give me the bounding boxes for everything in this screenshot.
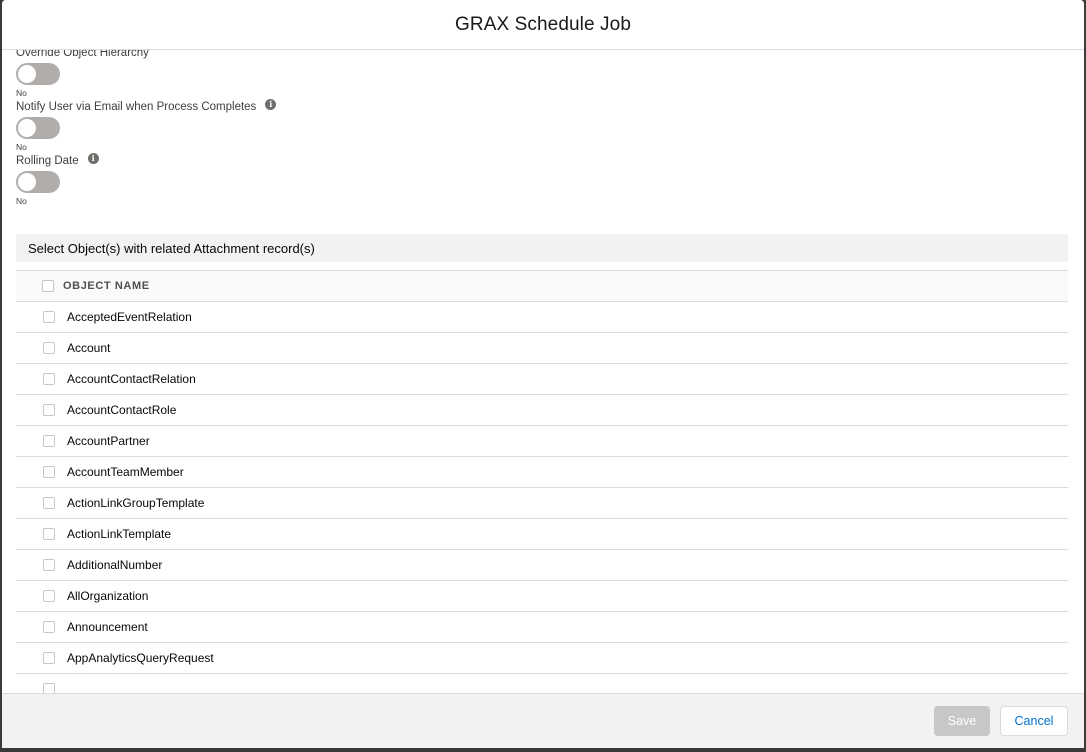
table-row[interactable]: AppAnalyticsQueryRequest — [16, 643, 1068, 674]
table-row[interactable]: Announcement — [16, 612, 1068, 643]
modal-header: GRAX Schedule Job — [2, 0, 1084, 50]
table-body: AcceptedEventRelation Account AccountConta… — [16, 302, 1068, 693]
table-row[interactable]: AccountTeamMember — [16, 457, 1068, 488]
row-checkbox[interactable] — [43, 683, 55, 693]
override-object-hierarchy-field: Override Object Hierarchy No — [16, 50, 149, 98]
table-row[interactable]: AllOrganization — [16, 581, 1068, 612]
row-checkbox[interactable] — [43, 435, 55, 447]
object-name-cell: AccountContactRole — [67, 403, 177, 417]
table-row[interactable]: AccountContactRelation — [16, 364, 1068, 395]
object-name-cell: AccountContactRelation — [67, 372, 196, 386]
toggle-state-text: No — [16, 142, 27, 152]
object-name-cell: AppAnalyticsQueryRequest — [67, 651, 214, 665]
info-icon[interactable]: i — [87, 152, 99, 164]
objects-table: OBJECT NAME AcceptedEventRelation Account… — [16, 270, 1068, 693]
section-header: Select Object(s) with related Attachment… — [16, 234, 1068, 262]
object-name-cell: ActionLinkGroupTemplate — [67, 496, 205, 510]
table-row[interactable]: Account — [16, 333, 1068, 364]
object-name-cell: ActionLinkTemplate — [67, 527, 172, 541]
toggle-knob — [18, 119, 36, 137]
row-checkbox[interactable] — [43, 559, 55, 571]
row-checkbox[interactable] — [43, 528, 55, 540]
modal-footer: Save Cancel — [2, 693, 1084, 748]
row-checkbox[interactable] — [43, 342, 55, 354]
toggle-state-text: No — [16, 88, 27, 98]
row-checkbox[interactable] — [43, 652, 55, 664]
row-checkbox[interactable] — [43, 373, 55, 385]
toggle-knob — [18, 65, 36, 83]
save-button[interactable]: Save — [934, 706, 990, 736]
field-label: Override Object Hierarchy — [16, 50, 149, 59]
table-row[interactable]: AccountPartner — [16, 426, 1068, 457]
object-name-cell: Announcement — [67, 620, 148, 634]
toggle-state-text: No — [16, 196, 27, 206]
cancel-button[interactable]: Cancel — [1000, 706, 1068, 736]
field-label: Notify User via Email when Process Compl… — [16, 101, 257, 113]
object-name-cell: AcceptedEventRelation — [67, 310, 192, 324]
schedule-job-modal: GRAX Schedule Job Override Object Hierar… — [2, 0, 1084, 748]
modal-body[interactable]: Override Object Hierarchy No Notify User… — [2, 50, 1084, 693]
toggle-knob — [18, 173, 36, 191]
table-row[interactable]: AcceptedEventRelation — [16, 302, 1068, 333]
override-object-hierarchy-toggle[interactable] — [16, 63, 60, 85]
info-icon[interactable]: i — [265, 98, 277, 110]
row-checkbox[interactable] — [43, 590, 55, 602]
select-all-checkbox[interactable] — [42, 280, 54, 292]
row-checkbox[interactable] — [43, 621, 55, 633]
row-checkbox[interactable] — [43, 497, 55, 509]
table-row[interactable]: ActionLinkTemplate — [16, 519, 1068, 550]
rolling-date-field: Rolling Date i No — [16, 152, 99, 206]
notify-user-field: Notify User via Email when Process Compl… — [16, 98, 277, 152]
object-name-cell: Account — [67, 341, 111, 355]
row-checkbox[interactable] — [43, 404, 55, 416]
row-checkbox[interactable] — [43, 311, 55, 323]
table-header: OBJECT NAME — [16, 270, 1068, 302]
object-name-cell: AccountTeamMember — [67, 465, 184, 479]
rolling-date-toggle[interactable] — [16, 171, 60, 193]
object-name-cell: AllOrganization — [67, 589, 149, 603]
notify-user-toggle[interactable] — [16, 117, 60, 139]
modal-title: GRAX Schedule Job — [455, 13, 631, 35]
row-checkbox[interactable] — [43, 466, 55, 478]
table-row[interactable]: AccountContactRole — [16, 395, 1068, 426]
column-header-object-name[interactable]: OBJECT NAME — [63, 280, 150, 292]
field-label: Rolling Date — [16, 155, 79, 167]
table-row[interactable]: ActionLinkGroupTemplate — [16, 488, 1068, 519]
section-title: Select Object(s) with related Attachment… — [28, 240, 315, 256]
table-row[interactable] — [16, 674, 1068, 693]
object-name-cell: AdditionalNumber — [67, 558, 163, 572]
table-row[interactable]: AdditionalNumber — [16, 550, 1068, 581]
object-name-cell: AccountPartner — [67, 434, 150, 448]
